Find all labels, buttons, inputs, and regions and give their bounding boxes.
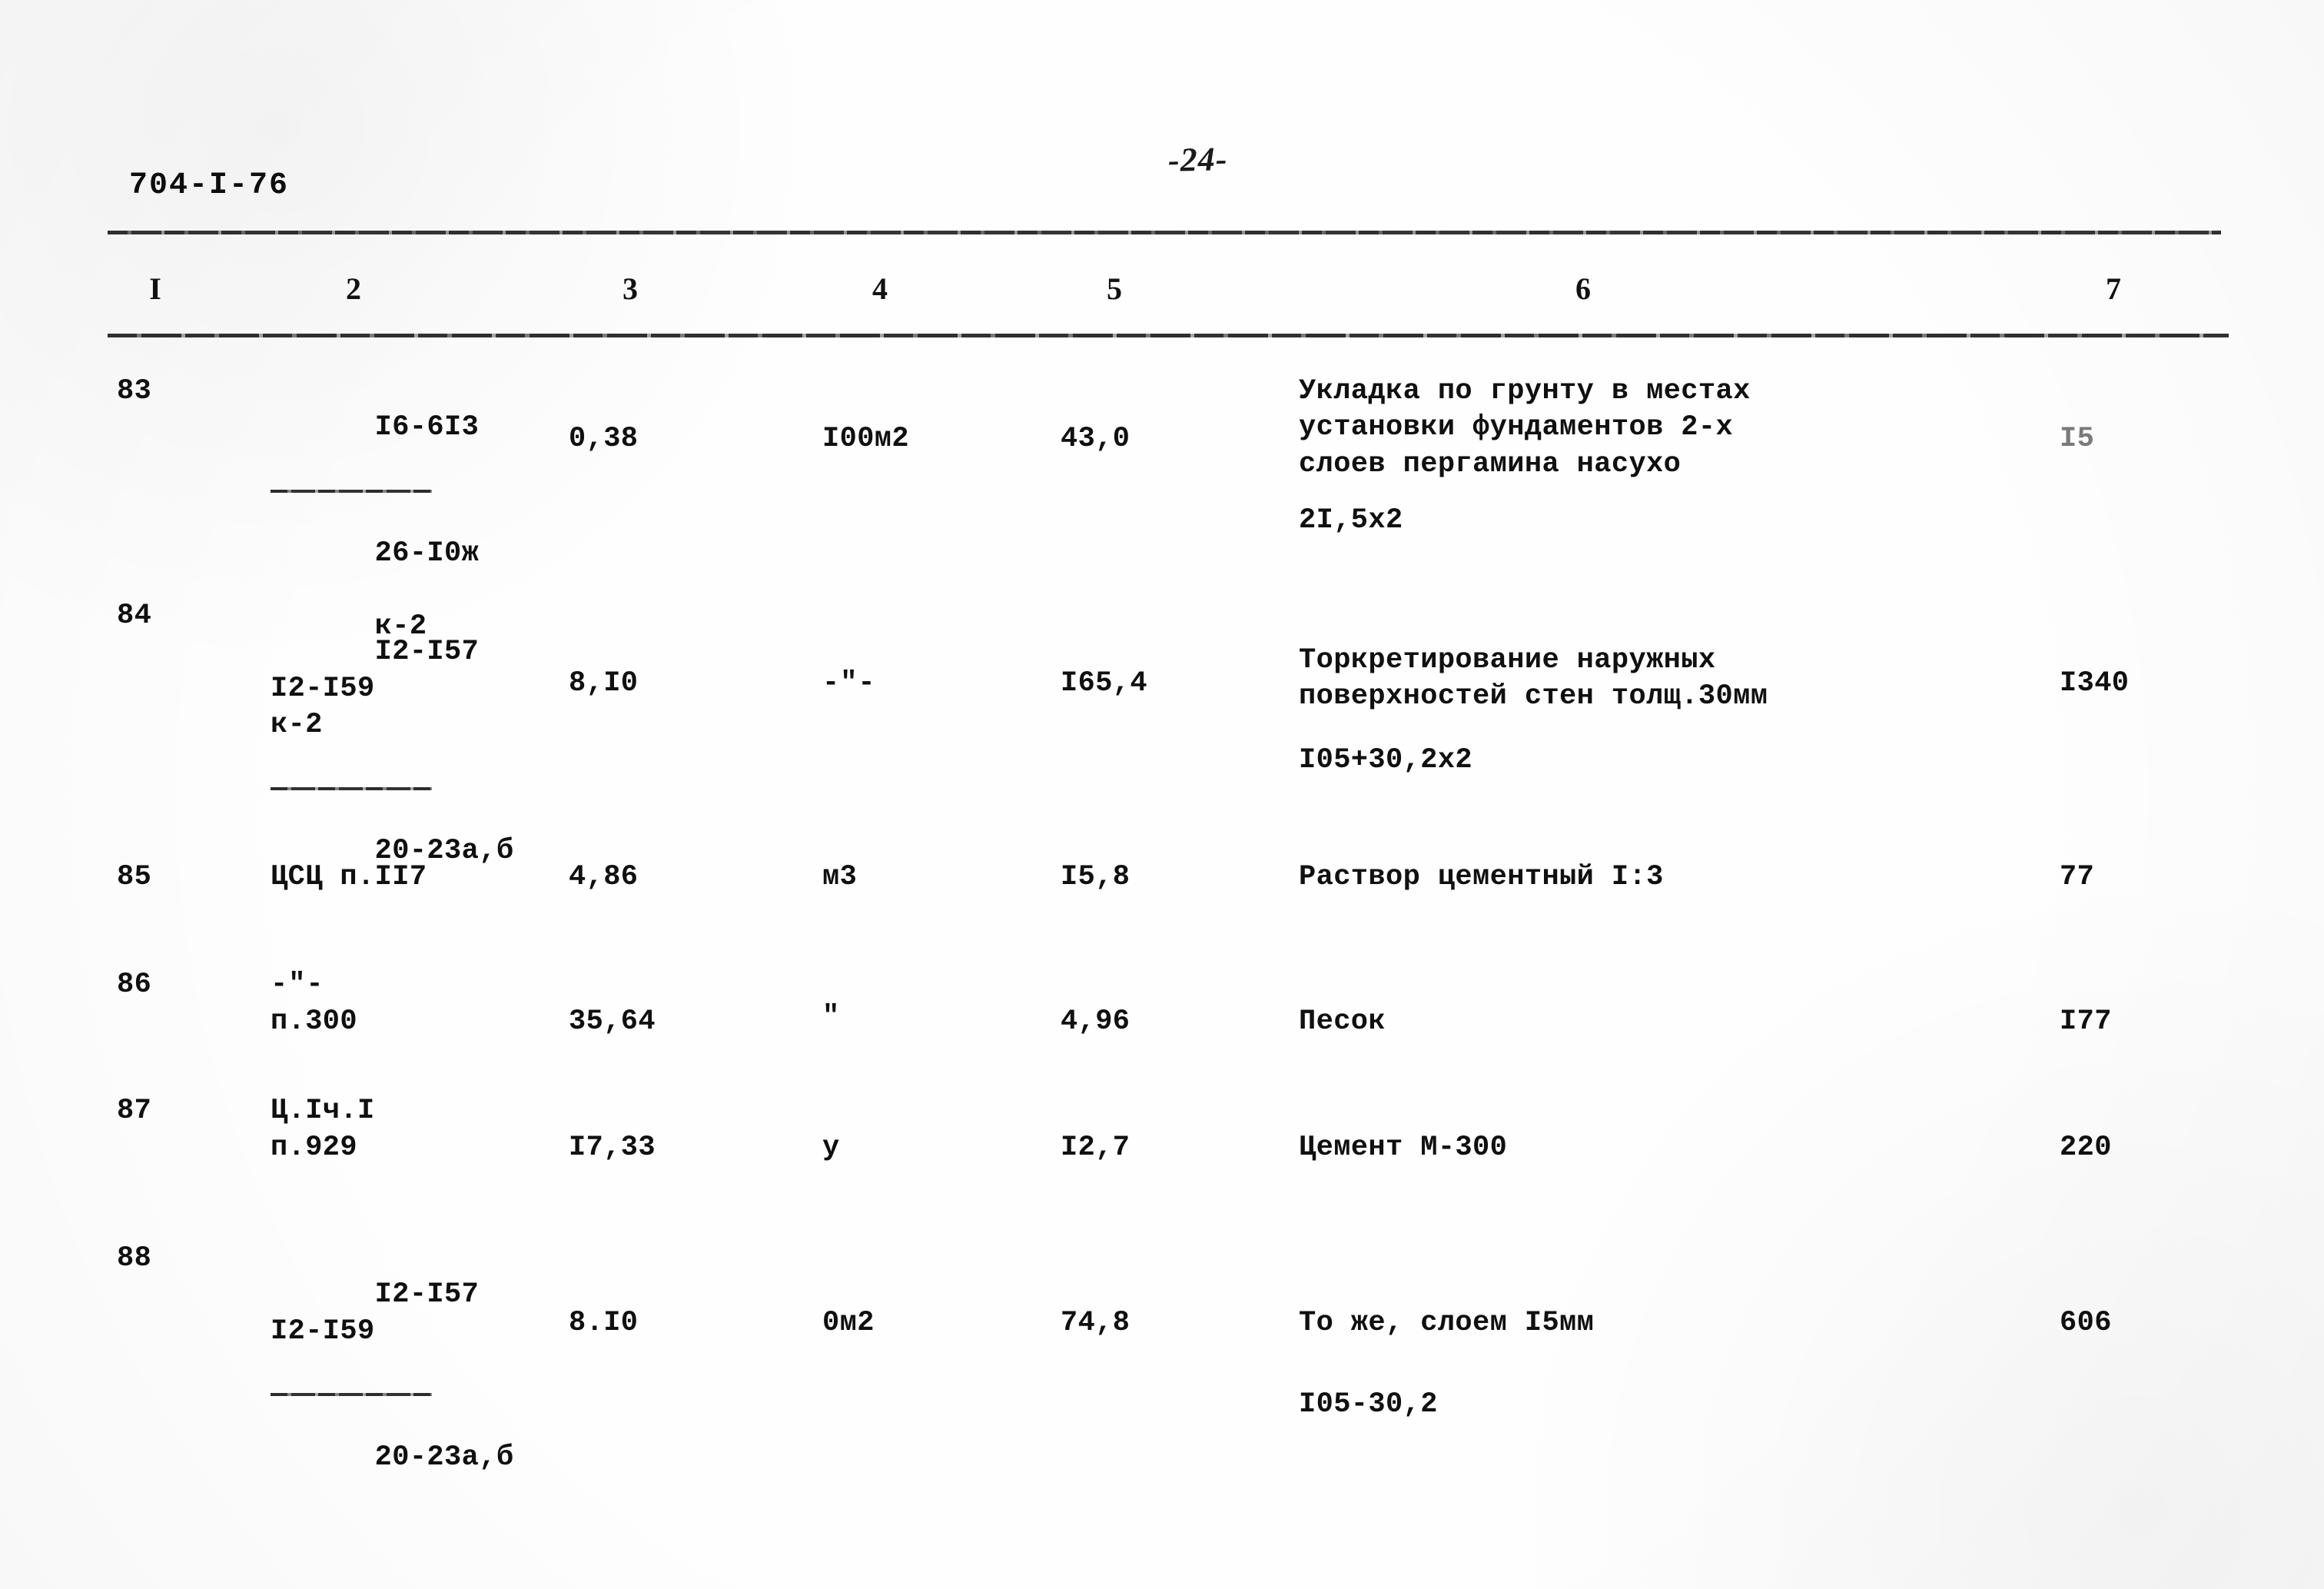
work-description: Цемент М-300	[1299, 1132, 1508, 1164]
table-top-rule	[108, 231, 2221, 234]
unit-value: 0м2	[822, 1307, 875, 1339]
quantity-value: 8,I0	[569, 667, 639, 700]
quantity-value: 35,64	[569, 1006, 656, 1038]
row-number: 86	[117, 969, 152, 1001]
cost-value: I340	[2060, 667, 2130, 700]
row-number: 88	[117, 1242, 152, 1275]
column-header-7: 7	[2106, 271, 2121, 306]
fraction-bar	[271, 786, 432, 790]
norm-reference-ditto: -"-	[271, 969, 324, 1001]
unit-value: -"-	[822, 667, 876, 700]
unit-value: "	[822, 1001, 841, 1033]
volume-value: 43,0	[1061, 423, 1130, 455]
quantity-value: 4,86	[569, 861, 639, 893]
norm-ref-below-1: 26-I0ж	[374, 537, 480, 570]
volume-value: 4,96	[1061, 1006, 1130, 1038]
work-description: То же, слоем I5мм	[1299, 1307, 1595, 1339]
norm-reference: ЦСЦ п.II7	[271, 861, 427, 893]
volume-value: I65,4	[1061, 667, 1148, 700]
norm-reference: п.300	[271, 1006, 358, 1038]
calculation-formula: 2I,5х2	[1299, 504, 1403, 537]
row-number: 83	[117, 375, 152, 407]
table-header-rule	[108, 334, 2229, 337]
norm-ref-above: I2-I57 I2-I59 к-2	[271, 636, 480, 742]
unit-value: м3	[822, 861, 858, 893]
cost-value: 606	[2060, 1307, 2112, 1339]
calculation-formula: I05-30,2	[1299, 1388, 1438, 1421]
cost-value: I77	[2060, 1006, 2112, 1038]
cost-value: 77	[2060, 861, 2095, 893]
norm-reference: Ц.Iч.I	[271, 1095, 375, 1127]
column-header-6: 6	[1575, 271, 1591, 306]
column-header-2: 2	[346, 271, 361, 306]
quantity-value: 8.I0	[569, 1307, 639, 1339]
row-number: 84	[117, 600, 152, 632]
unit-value: I00м2	[822, 423, 910, 455]
column-header-3: 3	[622, 271, 638, 306]
document-code: 704-I-76	[129, 168, 290, 203]
row-number: 85	[117, 861, 152, 893]
fraction-bar	[271, 1393, 432, 1397]
norm-ref-above: I2-I57 I2-I59	[271, 1278, 480, 1348]
column-header-4: 4	[872, 271, 888, 306]
calculation-formula: I05+30,2х2	[1299, 744, 1473, 776]
page-number: -24-	[1167, 140, 1228, 179]
fraction-bar	[271, 490, 432, 494]
unit-value: у	[822, 1132, 841, 1164]
scanned-document-page: 704-I-76 -24- I 2 3 4 5 6 7 83 I6-6I3 26…	[0, 0, 2324, 1589]
volume-value: 74,8	[1061, 1307, 1130, 1339]
work-description: Раствор цементный I:3	[1299, 861, 1664, 893]
norm-reference: I2-I57 I2-I59 20-23а,б	[271, 1241, 513, 1513]
norm-reference-secondary: п.929	[271, 1132, 358, 1164]
cost-value: 220	[2060, 1132, 2112, 1164]
column-header-1: I	[149, 271, 161, 306]
column-header-5: 5	[1107, 271, 1122, 306]
work-description: Торкретирование наружных поверхностей ст…	[1299, 644, 1768, 713]
work-description: Песок	[1299, 1006, 1386, 1038]
cost-value: I5	[2060, 423, 2095, 455]
volume-value: I2,7	[1061, 1132, 1130, 1164]
quantity-value: 0,38	[569, 423, 639, 455]
work-description: Укладка по грунту в местах установки фун…	[1299, 375, 1751, 480]
norm-ref-above: I6-6I3	[374, 411, 480, 444]
row-number: 87	[117, 1095, 152, 1127]
norm-ref-below-1: 20-23а,б	[374, 1441, 514, 1474]
quantity-value: I7,33	[569, 1132, 656, 1164]
volume-value: I5,8	[1061, 861, 1130, 893]
